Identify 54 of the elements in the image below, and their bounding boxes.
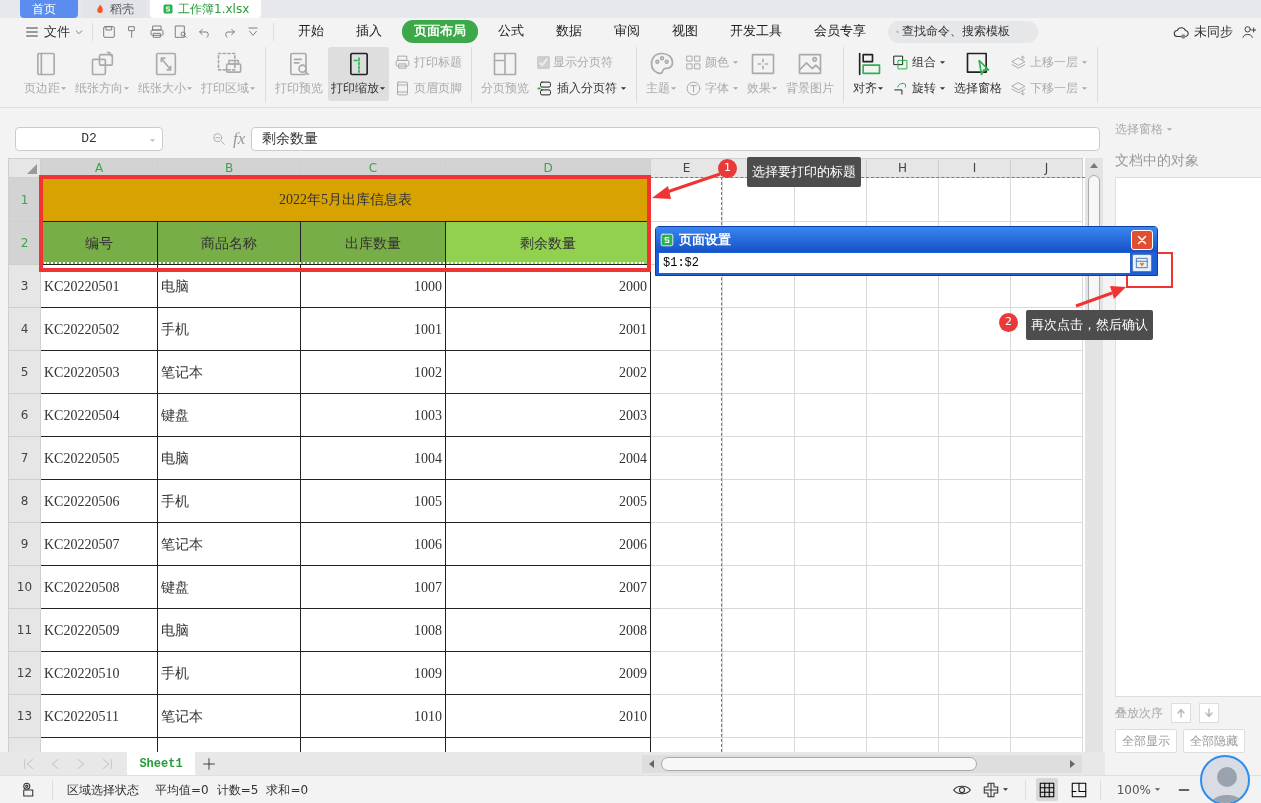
table-cell: 1010 [300, 694, 446, 738]
table-cell: 2004 [445, 436, 651, 480]
table-cell: 2003 [445, 393, 651, 437]
table-cell: KC20220510 [40, 651, 158, 695]
table-cell: KC20220504 [40, 393, 158, 437]
table-cell: 1006 [300, 522, 446, 566]
table-cell: KC20220511 [40, 694, 158, 738]
checkbox-label: 显示分页符 [553, 54, 613, 71]
table-cell: 电脑 [157, 608, 301, 652]
status-text: 平均值=0 [155, 781, 209, 799]
table-cell: 笔记本 [157, 350, 301, 394]
table-cell: 1001 [300, 307, 446, 351]
table-cell: 1008 [300, 608, 446, 652]
table-cell: 键盘 [157, 393, 301, 437]
table-cell: 1004 [300, 436, 446, 480]
status-text: 计数=5 [216, 781, 259, 799]
table-cell: 电脑 [157, 436, 301, 480]
pane-title: 选择窗格 [1115, 121, 1163, 138]
header-cell: 商品名称 [157, 221, 301, 265]
table-cell: 2009 [445, 651, 651, 695]
table-cell: KC20220509 [40, 608, 158, 652]
table-cell: KC20220503 [40, 350, 158, 394]
table-cell: 手机 [157, 651, 301, 695]
table-cell: 手机 [157, 307, 301, 351]
order-label: 叠放次序 [1115, 705, 1163, 722]
table-cell: 2005 [445, 479, 651, 523]
table-cell: 手机 [157, 479, 301, 523]
callout-tooltip: 选择要打印的标题 [747, 157, 861, 187]
callout-tooltip: 再次点击，然后确认 [1026, 310, 1153, 340]
status-text: 求和=0 [266, 781, 309, 799]
table-cell: KC20220506 [40, 479, 158, 523]
table-cell: 2007 [445, 565, 651, 609]
table-cell: 键盘 [157, 565, 301, 609]
table-cell: 笔记本 [157, 694, 301, 738]
header-cell: 出库数量 [300, 221, 446, 265]
table-cell: 2001 [445, 307, 651, 351]
dialog-title: 页面设置 [679, 230, 731, 249]
table-cell: 1007 [300, 565, 446, 609]
status-text: 区域选择状态 [67, 781, 139, 799]
table-cell: 1002 [300, 350, 446, 394]
header-cell: 编号 [40, 221, 158, 265]
table-cell: 2008 [445, 608, 651, 652]
table-cell: KC20220502 [40, 307, 158, 351]
table-cell: KC20220507 [40, 522, 158, 566]
pane-label: 文档中的对象 [1115, 151, 1200, 170]
table-cell: KC20220508 [40, 565, 158, 609]
table-cell: 1009 [300, 651, 446, 695]
table-cell: 2002 [445, 350, 651, 394]
table-cell: 2010 [445, 694, 651, 738]
table-cell: 1003 [300, 393, 446, 437]
table-cell: 笔记本 [157, 522, 301, 566]
table-cell: KC20220505 [40, 436, 158, 480]
table-cell: 1005 [300, 479, 446, 523]
table-cell: 2006 [445, 522, 651, 566]
